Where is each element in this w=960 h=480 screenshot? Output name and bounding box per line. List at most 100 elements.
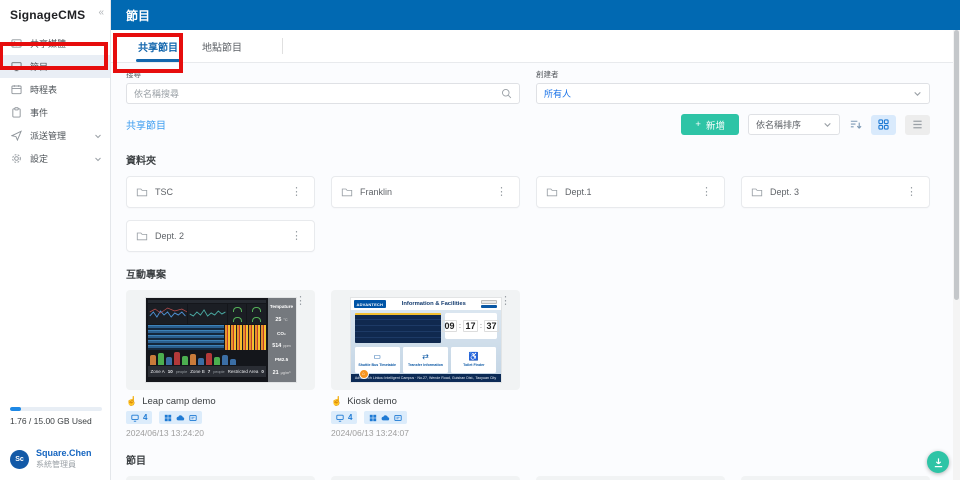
sidebar-item-label: 共享媒體 — [30, 39, 67, 49]
program-card[interactable]: ⋮ — [331, 476, 520, 480]
advantech-logo: ADVANTECH — [353, 300, 387, 308]
clock-colon: : — [459, 322, 461, 330]
section-title-programs: 節目 — [126, 456, 146, 467]
creator-select[interactable]: 所有人 — [536, 83, 930, 104]
scrollbar-thumb[interactable] — [954, 30, 959, 300]
sidebar-item-events[interactable]: 事件 — [0, 101, 110, 124]
tab-bar: 共享節目 地點節目 — [111, 30, 960, 63]
temp-value: 25 — [275, 316, 282, 323]
folder-icon — [136, 230, 148, 242]
add-button-label: 新增 — [705, 120, 725, 132]
programs-grid: ⋮ ⋮ ⋮ ⋮ — [126, 476, 930, 480]
folder-card[interactable]: Dept. 2 ⋮ — [126, 220, 315, 252]
filter-row: 搜尋 創建者 所有人 — [111, 63, 960, 108]
storage-progress-fill — [10, 407, 22, 411]
kebab-menu-icon[interactable]: ⋮ — [288, 185, 305, 199]
grid-view-toggle[interactable] — [871, 114, 896, 135]
search-icon[interactable] — [501, 88, 512, 99]
pm-value: 21 — [272, 370, 279, 377]
folder-name: Franklin — [360, 187, 393, 197]
chevron-down-icon — [94, 132, 102, 140]
display-box-icon — [189, 414, 198, 421]
storage-progress-bar — [10, 407, 102, 411]
clipboard-icon — [11, 107, 22, 118]
download-fab-button[interactable] — [927, 451, 949, 473]
avatar: Sc — [10, 449, 29, 469]
hand-tap-icon: ☝ — [331, 396, 343, 406]
program-card[interactable]: ⋮ — [741, 476, 930, 480]
tab-separator — [282, 38, 283, 54]
co2-label: CO₂ — [277, 330, 286, 336]
kebab-menu-icon[interactable]: ⋮ — [903, 185, 920, 199]
hand-tap-icon: ☝ — [126, 396, 138, 406]
scrollbar-track[interactable] — [953, 30, 960, 480]
chevron-down-icon — [823, 120, 832, 129]
cloud-icon — [177, 414, 185, 420]
folder-card[interactable]: TSC ⋮ — [126, 176, 315, 208]
page-header: 節目 — [111, 0, 960, 30]
zone-a-count: 10 — [167, 369, 173, 374]
sidebar-item-dispatch[interactable]: 派送管理 — [0, 124, 110, 147]
clock-minutes: 17 — [463, 320, 479, 332]
clock-hours: 09 — [442, 320, 458, 332]
breadcrumb[interactable]: 共享節目 — [126, 117, 166, 132]
screen-count: 4 — [143, 413, 148, 422]
sort-select[interactable]: 依名稱排序 — [748, 114, 840, 135]
app-window: SignageCMS « 共享媒體 節目 時程表 事件 派送管理 設定 1.76… — [0, 0, 960, 480]
sidebar-item-settings[interactable]: 設定 — [0, 147, 110, 170]
folder-icon — [341, 186, 353, 198]
folder-icon — [751, 186, 763, 198]
tab-shared-programs[interactable]: 共享節目 — [126, 30, 190, 62]
clock-panel: 09 : 17 : 37 — [442, 313, 499, 339]
sort-direction-icon[interactable] — [849, 118, 862, 131]
project-timestamp: 2024/06/13 13:24:07 — [331, 428, 409, 438]
sidebar-item-programs[interactable]: 節目 — [0, 55, 110, 78]
sidebar-item-label: 節目 — [30, 62, 49, 72]
search-label: 搜尋 — [126, 70, 141, 79]
zone-b-count: 7 — [207, 369, 211, 374]
kebab-menu-icon[interactable]: ⋮ — [288, 229, 305, 243]
kiosk-title: Information & Facilities — [401, 301, 466, 307]
people-label: people — [175, 369, 188, 374]
media-icon — [11, 38, 22, 49]
folder-card[interactable]: Dept. 3 ⋮ — [741, 176, 930, 208]
co2-unit: ppm — [283, 344, 291, 349]
sidebar-item-label: 派送管理 — [30, 131, 67, 141]
toolbar: 共享節目 + 新增 依名稱排序 — [111, 108, 960, 141]
program-card[interactable]: ⋮ — [126, 476, 315, 480]
section-title-folders: 資料夾 — [126, 156, 156, 167]
temp-label: Tempature — [269, 303, 294, 309]
display-box-icon — [394, 414, 403, 421]
restricted-count: 0 — [261, 369, 264, 374]
kebab-menu-icon[interactable]: ⋮ — [698, 185, 715, 199]
storage-usage-text: 1.76 / 15.00 GB Used — [10, 416, 92, 426]
program-card[interactable]: ⋮ — [536, 476, 725, 480]
folder-card[interactable]: Dept.1 ⋮ — [536, 176, 725, 208]
project-card-kiosk[interactable]: ⋮ ADVANTECH Information & Facilities 09 … — [331, 290, 520, 438]
list-view-toggle[interactable] — [905, 114, 930, 135]
timetable-panel — [354, 313, 441, 343]
sidebar: SignageCMS « 共享媒體 節目 時程表 事件 派送管理 設定 1.76… — [0, 0, 111, 480]
kebab-menu-icon[interactable]: ⋮ — [493, 185, 510, 199]
zone-a-label: Zone A — [150, 369, 165, 374]
folder-grid: TSC ⋮ Franklin ⋮ Dept.1 ⋮ Dept. 3 ⋮ Dept… — [126, 176, 930, 252]
search-input[interactable] — [134, 88, 501, 99]
pm-label: PM2.5 — [274, 357, 289, 363]
creator-selected-value: 所有人 — [544, 89, 572, 99]
user-profile[interactable]: Sc Square.Chen 系統管理員 — [10, 448, 100, 470]
sidebar-menu: 共享媒體 節目 時程表 事件 派送管理 設定 — [0, 32, 110, 170]
project-card-leap-camp[interactable]: ⋮ Zone A 10 people Zone B 7 people Restr… — [126, 290, 315, 438]
user-name: Square.Chen — [36, 448, 92, 458]
creator-label: 創建者 — [536, 70, 559, 79]
folder-card[interactable]: Franklin ⋮ — [331, 176, 520, 208]
sidebar-item-schedule[interactable]: 時程表 — [0, 78, 110, 101]
transfer-icon: ⇄ — [422, 352, 429, 361]
app-title: SignageCMS — [10, 8, 86, 22]
sidebar-collapse-icon[interactable]: « — [98, 8, 104, 18]
screen-count-badge: 4 — [126, 411, 153, 424]
temp-unit: °C — [283, 317, 288, 322]
add-button[interactable]: + 新增 — [681, 114, 739, 135]
kebab-menu-icon[interactable]: ⋮ — [292, 294, 309, 308]
tab-location-programs[interactable]: 地點節目 — [190, 30, 254, 62]
sidebar-item-shared-media[interactable]: 共享媒體 — [0, 32, 110, 55]
